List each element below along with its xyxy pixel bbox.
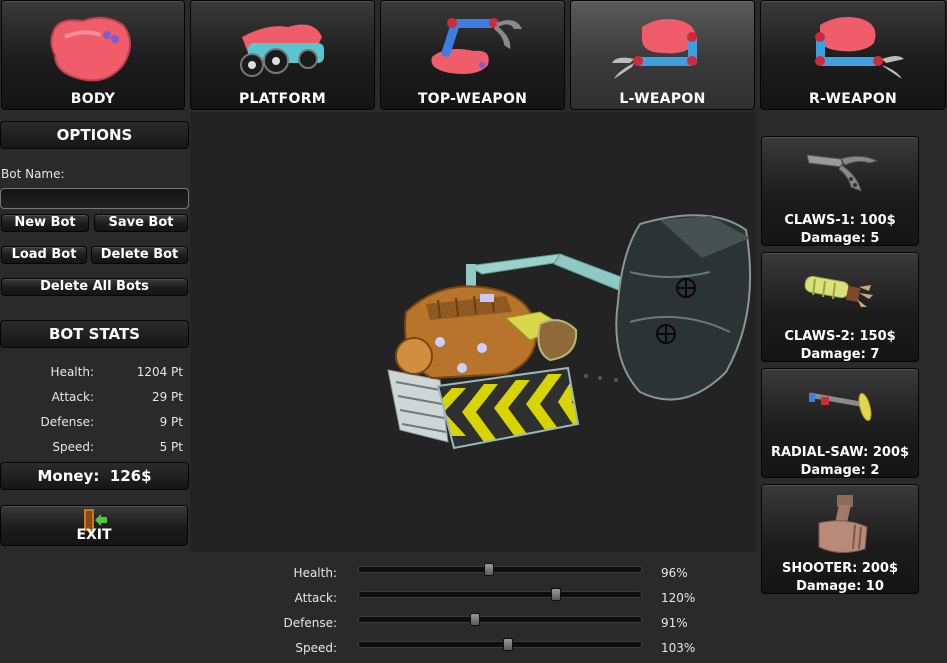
slider-label-attack: Attack: [294, 591, 337, 605]
tab-left-weapon[interactable]: L-WEAPON [570, 0, 755, 110]
stat-attack: Attack: 29 Pt [0, 390, 183, 408]
weapon-name: RADIAL-SAW: 200$ [770, 445, 910, 460]
slider-label-speed: Speed: [295, 641, 337, 655]
new-bot-button[interactable]: New Bot [1, 214, 89, 232]
stat-value: 29 Pt [151, 390, 183, 404]
save-bot-button[interactable]: Save Bot [94, 214, 188, 232]
claws-1-icon [806, 154, 879, 192]
stat-label: Attack: [51, 390, 94, 404]
weapon-damage: Damage: 5 [800, 231, 880, 246]
speed-slider[interactable] [358, 638, 642, 651]
left-weapon-icon [611, 19, 697, 79]
slider-value-defense: 91% [661, 616, 688, 630]
tab-label: R-WEAPON [808, 91, 898, 107]
exit-label: EXIT [76, 527, 112, 543]
money-display: Money: 126$ [0, 462, 189, 490]
stat-health: Health: 1204 Pt [0, 365, 183, 383]
bot-preview-viewport[interactable] [190, 112, 756, 552]
tab-label: L-WEAPON [619, 91, 706, 107]
slider-label-health: Health: [293, 566, 337, 580]
weapon-card-claws-2[interactable]: CLAWS-2: 150$ Damage: 7 [761, 252, 919, 362]
bot-model-preview [387, 214, 752, 450]
weapon-name: CLAWS-2: 150$ [784, 329, 896, 344]
bot-name-label: Bot Name: [1, 167, 65, 181]
body-icon [50, 16, 131, 82]
slider-thumb[interactable] [503, 638, 514, 651]
weapon-damage: Damage: 7 [800, 347, 880, 362]
tab-right-weapon[interactable]: R-WEAPON [760, 0, 946, 110]
slider-thumb[interactable] [483, 563, 494, 576]
stat-defense: Defense: 9 Pt [0, 415, 183, 433]
tab-label: BODY [70, 91, 116, 107]
weapon-card-claws-1[interactable]: CLAWS-1: 100$ Damage: 5 [761, 136, 919, 246]
radial-saw-icon [808, 392, 872, 422]
stat-label: Defense: [40, 415, 94, 429]
slider-thumb[interactable] [551, 588, 562, 601]
top-weapon-icon [430, 18, 522, 74]
delete-bot-button[interactable]: Delete Bot [91, 246, 188, 264]
health-slider[interactable] [358, 563, 642, 576]
claws-2-icon [804, 275, 873, 307]
delete-all-bots-button[interactable]: Delete All Bots [1, 278, 188, 296]
stat-value: 9 Pt [159, 415, 183, 429]
bot-stats-header: BOT STATS [0, 320, 189, 348]
weapon-card-radial-saw[interactable]: RADIAL-SAW: 200$ Damage: 2 [761, 368, 919, 478]
shooter-icon [818, 495, 868, 553]
stat-speed: Speed: 5 Pt [0, 440, 183, 458]
platform-icon [239, 24, 324, 77]
options-header: OPTIONS [0, 121, 189, 149]
defense-slider[interactable] [358, 613, 642, 626]
weapon-damage: Damage: 2 [800, 463, 880, 478]
load-bot-button[interactable]: Load Bot [1, 246, 87, 264]
weapon-damage: Damage: 10 [796, 579, 884, 594]
tab-label: TOP-WEAPON [417, 91, 528, 107]
attack-slider[interactable] [358, 588, 642, 601]
tab-body[interactable]: BODY [1, 0, 185, 110]
tab-top-weapon[interactable]: TOP-WEAPON [380, 0, 565, 110]
slider-value-attack: 120% [661, 591, 696, 605]
stat-label: Speed: [52, 440, 94, 454]
slider-value-speed: 103% [661, 641, 696, 655]
weapon-name: SHOOTER: 200$ [781, 561, 898, 576]
exit-button[interactable]: EXIT [0, 505, 188, 546]
weapon-card-shooter[interactable]: SHOOTER: 200$ Damage: 10 [761, 484, 919, 594]
tab-platform[interactable]: PLATFORM [190, 0, 375, 110]
bot-name-input[interactable] [0, 188, 189, 209]
weapon-name: CLAWS-1: 100$ [784, 213, 896, 228]
stat-value: 5 Pt [159, 440, 183, 454]
stat-label: Health: [50, 365, 94, 379]
slider-value-health: 96% [661, 566, 688, 580]
slider-thumb[interactable] [469, 613, 480, 626]
tab-label: PLATFORM [238, 91, 327, 107]
slider-label-defense: Defense: [283, 616, 337, 630]
right-weapon-icon [815, 17, 904, 79]
stat-value: 1204 Pt [136, 365, 183, 379]
